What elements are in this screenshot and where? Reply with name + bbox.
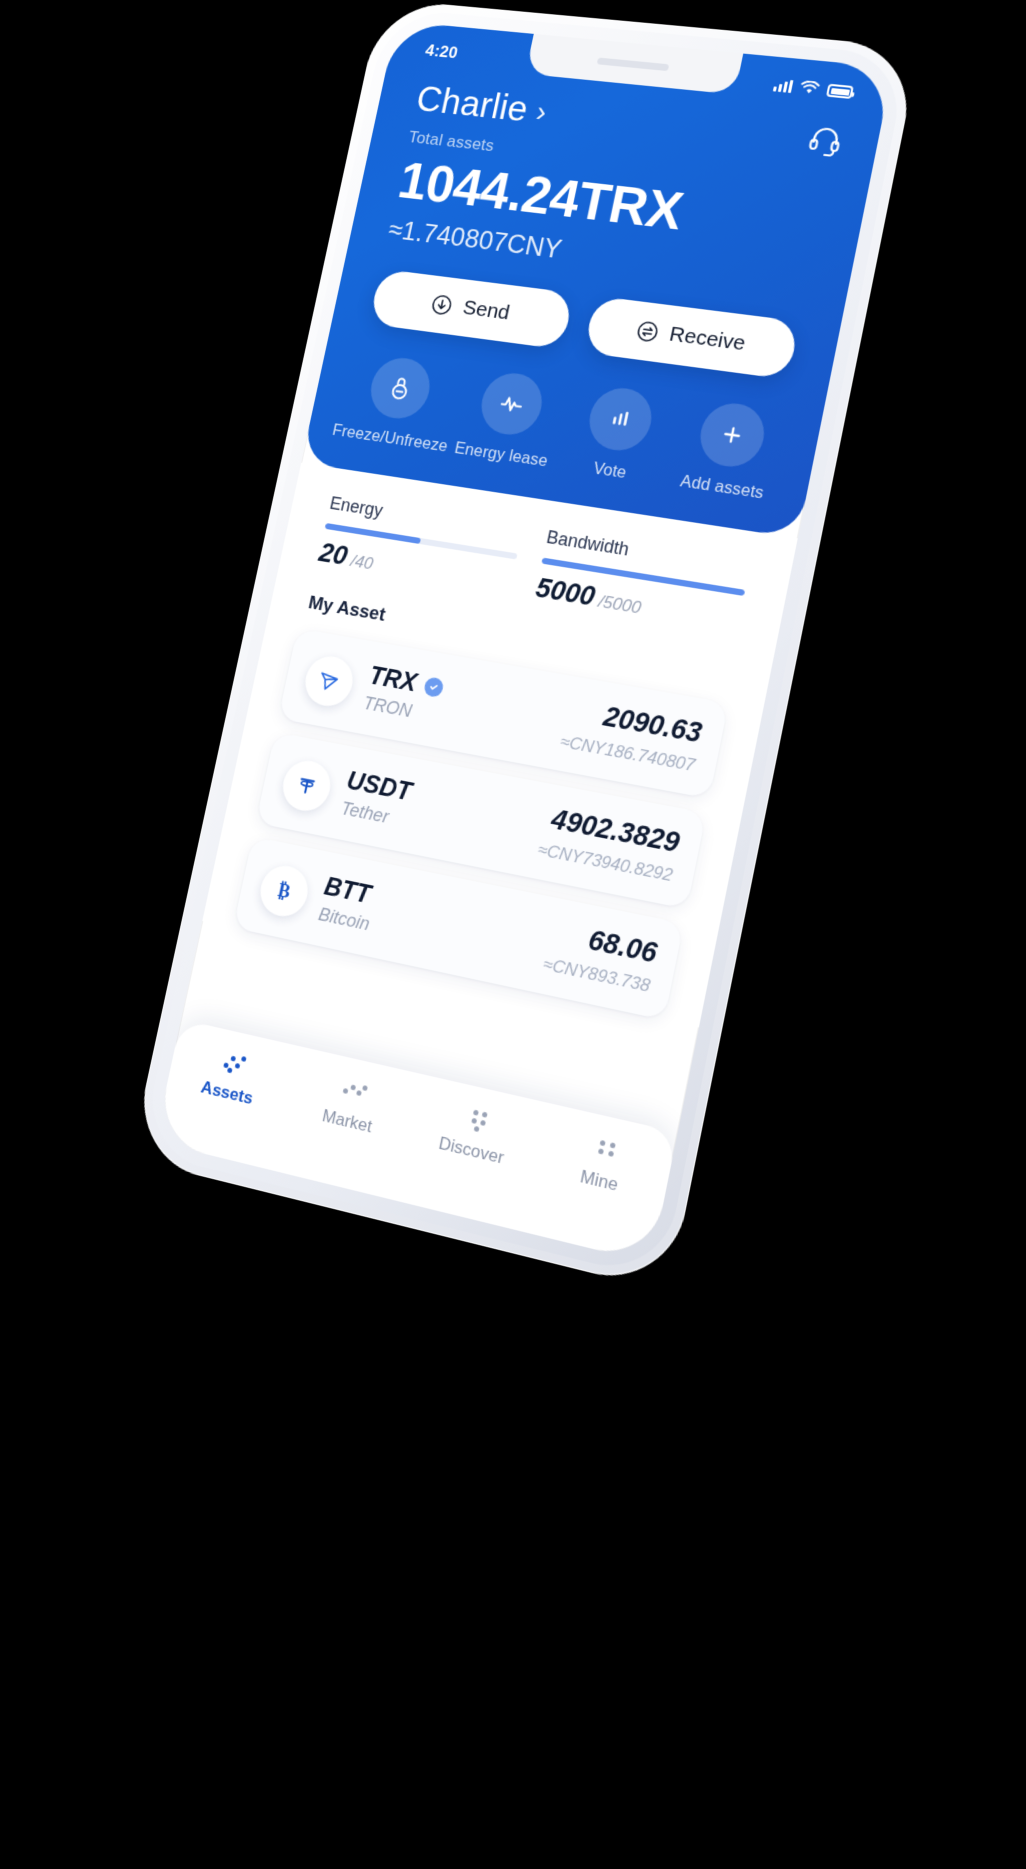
- resource-current: 20: [316, 537, 351, 571]
- phone-screen: 4:20 Charlie › Total assets 1044.24TRX ≈…: [154, 21, 893, 1264]
- mine-dots-icon: [590, 1135, 621, 1164]
- tether-logo-icon: [292, 770, 321, 800]
- asset-fiat: ≈CNY73940.8292: [536, 839, 675, 886]
- svg-text:₿: ₿: [276, 880, 292, 903]
- earpiece-speaker: [596, 57, 670, 71]
- resource-current: 5000: [533, 572, 598, 612]
- pulse-icon: [494, 387, 529, 420]
- quick-action-icon-wrap: [584, 384, 658, 455]
- resource-values: 5000 /5000: [533, 572, 742, 636]
- resource-name: Bandwidth: [544, 526, 631, 560]
- asset-values: 4902.3829 ≈CNY73940.8292: [536, 802, 682, 886]
- quick-action-label: Vote: [591, 459, 629, 483]
- quick-action-add-assets[interactable]: Add assets: [663, 396, 796, 506]
- quick-action-label: Energy lease: [453, 439, 550, 471]
- quick-action-energy-lease[interactable]: Energy lease: [445, 366, 572, 472]
- resource-max: /40: [349, 551, 375, 574]
- asset-logo: ₿: [255, 861, 313, 921]
- tab-assets[interactable]: Assets: [166, 1039, 295, 1117]
- lock-minus-icon: [383, 372, 417, 405]
- tron-logo-icon: [314, 666, 343, 696]
- battery-icon: [825, 83, 854, 100]
- plus-icon: [714, 418, 750, 452]
- asset-name: Bitcoin: [316, 903, 372, 935]
- verified-badge-icon: [422, 676, 445, 699]
- tab-label: Mine: [578, 1166, 620, 1195]
- quick-action-freeze-unfreeze[interactable]: Freeze/Unfreeze: [331, 351, 465, 457]
- quick-action-vote[interactable]: Vote: [553, 381, 683, 489]
- bitcoin-logo-icon: ₿: [276, 880, 292, 903]
- resource-progress-bar: [541, 557, 746, 597]
- quick-action-icon-wrap: [365, 354, 436, 423]
- quick-action-icon-wrap: [475, 369, 548, 439]
- exchange-circle-icon: [637, 321, 656, 342]
- headset-support-icon[interactable]: [805, 122, 846, 159]
- resource-bandwidth[interactable]: Bandwidth 5000 /5000: [533, 527, 752, 637]
- asset-amount: 2090.63: [600, 700, 705, 749]
- quick-action-label: Freeze/Unfreeze: [330, 421, 450, 456]
- asset-meta: BTT Bitcoin: [317, 872, 553, 972]
- asset-amount: 4902.3829: [548, 803, 683, 859]
- asset-meta: TRX TRON: [361, 662, 569, 750]
- bottom-tab-bar: Assets Market Discover Mine: [154, 1019, 678, 1264]
- wifi-icon: [799, 80, 821, 94]
- asset-meta: USDT Tether: [339, 767, 547, 858]
- tab-discover[interactable]: Discover: [406, 1094, 543, 1176]
- asset-row-btt[interactable]: ₿ BTT Bitcoin 68.06 ≈CNY893.738: [233, 836, 684, 1021]
- market-dots-icon: [339, 1077, 368, 1105]
- asset-amount: 68.06: [585, 924, 660, 970]
- asset-logo: [300, 652, 358, 710]
- send-label: Send: [460, 296, 512, 325]
- asset-values: 68.06 ≈CNY893.738: [541, 916, 659, 997]
- status-time: 4:20: [423, 41, 460, 63]
- bar-chart-icon: [603, 402, 638, 436]
- asset-symbol: TRX: [366, 661, 420, 698]
- quick-action-icon-wrap: [695, 399, 771, 471]
- tab-mine[interactable]: Mine: [532, 1123, 673, 1207]
- cellular-signal-icon: [772, 79, 794, 94]
- asset-values: 2090.63 ≈CNY186.740807: [558, 694, 705, 776]
- chevron-right-icon: ›: [533, 95, 550, 129]
- tab-label: Assets: [199, 1077, 255, 1109]
- tab-market[interactable]: Market: [284, 1066, 417, 1146]
- resource-max: /5000: [596, 591, 643, 618]
- asset-fiat: ≈CNY893.738: [541, 953, 652, 996]
- assets-dots-icon: [219, 1050, 248, 1077]
- phone-mockup-scene: 4:20 Charlie › Total assets 1044.24TRX ≈…: [0, 0, 1026, 1869]
- wallet-header: 4:20 Charlie › Total assets 1044.24TRX ≈…: [301, 21, 893, 539]
- tab-label: Discover: [436, 1133, 506, 1168]
- download-circle-icon: [429, 293, 454, 317]
- asset-fiat: ≈CNY186.740807: [558, 731, 697, 776]
- tab-label: Market: [320, 1105, 374, 1137]
- my-assets-section: My Asset TRX TRON 2090.63 ≈CNY186.740807…: [202, 561, 777, 1028]
- phone-device: 4:20 Charlie › Total assets 1044.24TRX ≈…: [130, 0, 920, 1293]
- status-icons: [772, 78, 854, 100]
- phone-body: 4:20 Charlie › Total assets 1044.24TRX ≈…: [130, 0, 920, 1293]
- asset-name: Tether: [339, 798, 391, 828]
- resource-progress-fill: [541, 557, 746, 597]
- resource-name: Energy: [328, 493, 385, 521]
- asset-symbol-row: BTT: [322, 872, 553, 948]
- asset-logo: [278, 756, 336, 815]
- discover-dots-icon: [462, 1106, 492, 1134]
- quick-action-label: Add assets: [678, 472, 766, 503]
- receive-label: Receive: [667, 322, 748, 356]
